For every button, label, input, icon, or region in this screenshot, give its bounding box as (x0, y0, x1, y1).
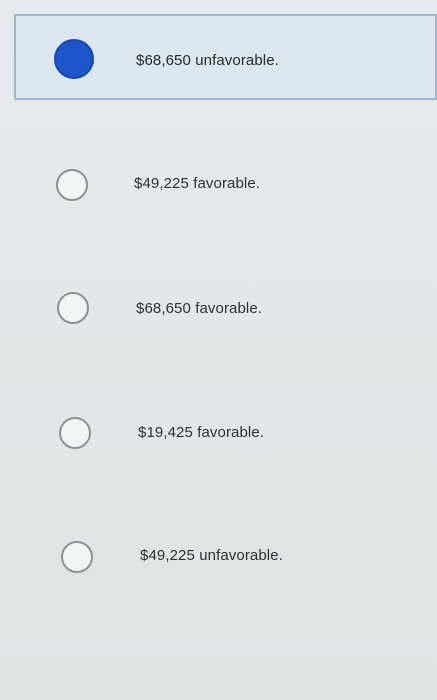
answer-option-label: $49,225 unfavorable. (140, 547, 283, 564)
answer-option-label: $68,650 unfavorable. (136, 52, 279, 69)
answer-option-label: $68,650 favorable. (136, 300, 263, 317)
answer-options-list: $68,650 unfavorable. $49,225 favorable. … (0, 0, 437, 700)
answer-option-5[interactable]: $49,225 unfavorable. (14, 510, 437, 596)
answer-option-label: $49,225 favorable. (134, 175, 261, 192)
radio-button[interactable] (57, 292, 89, 324)
answer-option-2[interactable]: $49,225 favorable. (14, 140, 437, 226)
radio-button-selected[interactable] (54, 39, 94, 79)
answer-option-3[interactable]: $68,650 favorable. (14, 262, 437, 348)
answer-option-4[interactable]: $19,425 favorable. (14, 386, 437, 472)
answer-option-1[interactable]: $68,650 unfavorable. (14, 14, 437, 100)
radio-button[interactable] (59, 417, 91, 449)
answer-option-label: $19,425 favorable. (138, 424, 265, 441)
radio-button[interactable] (61, 541, 93, 573)
radio-button[interactable] (56, 169, 88, 201)
